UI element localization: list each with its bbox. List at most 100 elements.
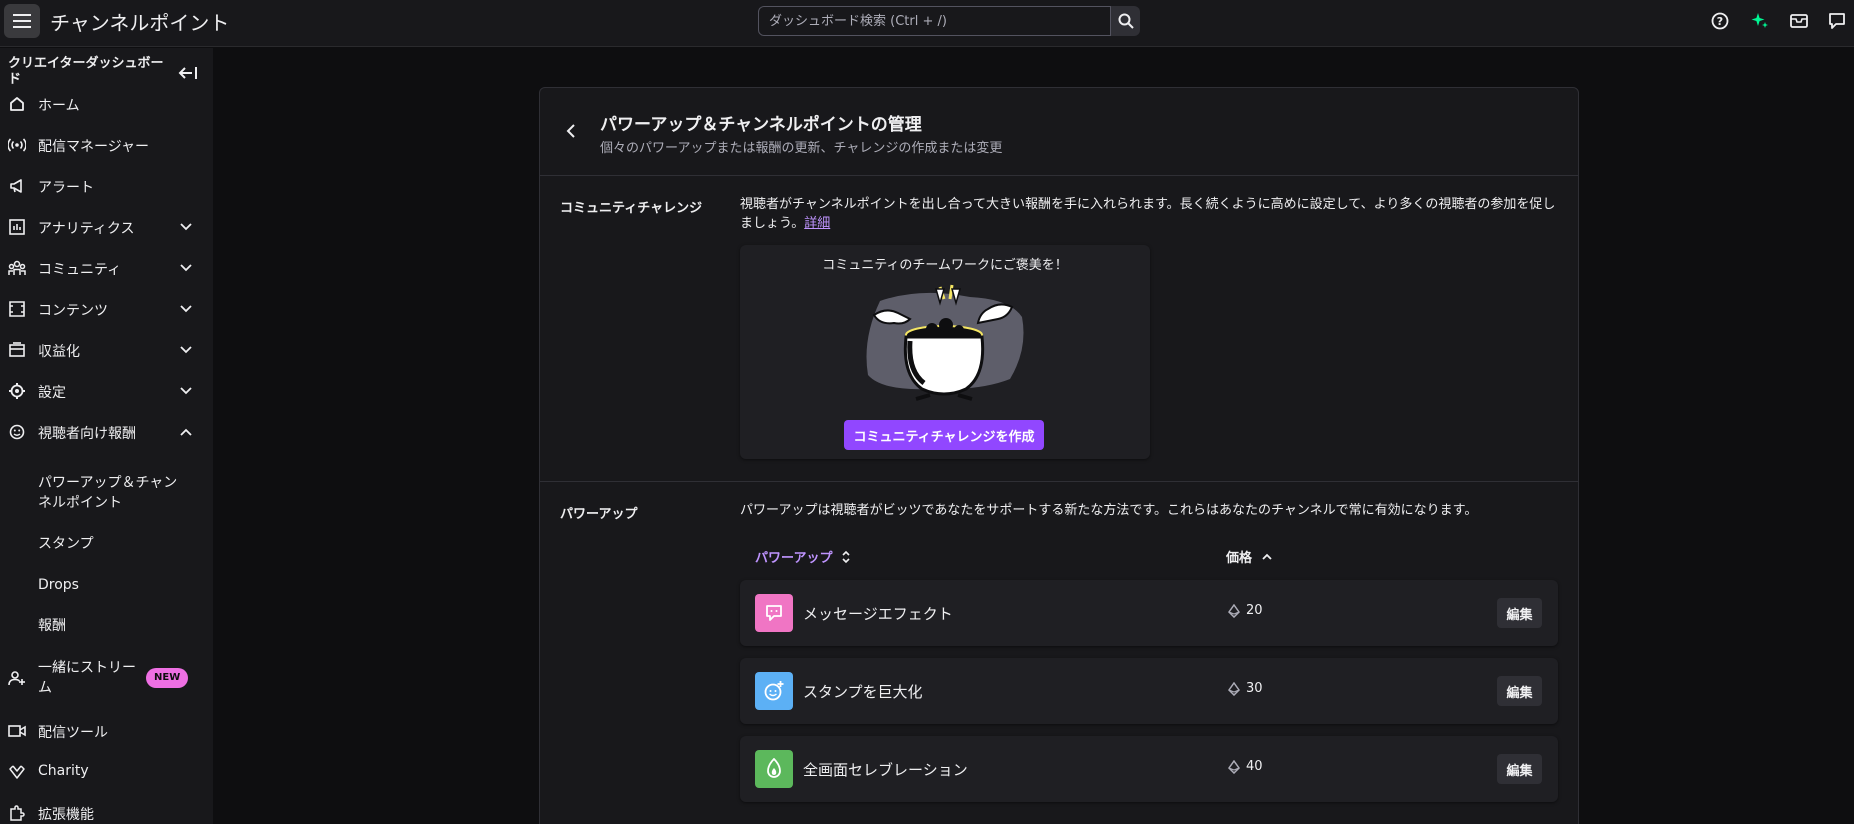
column-header-powerup[interactable]: パワーアップ <box>755 547 851 566</box>
chevron-down-icon <box>179 302 193 316</box>
charity-icon <box>8 763 26 781</box>
sidebar-item-stream-manager[interactable]: 配信マネージャー <box>0 125 213 165</box>
powerup-row-giant-emote: スタンプを巨大化 30 編集 <box>740 658 1558 724</box>
powerup-price: 30 <box>1228 681 1263 696</box>
sidebar-item-label: 配信ツール <box>38 725 108 741</box>
column-header-price[interactable]: 価格 <box>1226 547 1272 566</box>
giant-emote-icon <box>755 672 793 710</box>
chevron-up-icon <box>179 425 193 439</box>
dashboard-search <box>758 6 1140 36</box>
edit-button[interactable]: 編集 <box>1497 598 1542 628</box>
search-button[interactable] <box>1111 6 1140 36</box>
sidebar-item-label: アナリティクス <box>38 221 135 237</box>
chevron-down-icon <box>179 220 193 234</box>
broadcast-icon <box>8 136 26 154</box>
inbox-icon[interactable] <box>1788 10 1810 32</box>
sidebar-item-charity[interactable]: Charity <box>0 752 213 792</box>
camera-icon <box>8 722 26 740</box>
sidebar-item-label: コミュニティ <box>38 262 122 278</box>
home-icon <box>8 95 26 113</box>
sidebar-item-stream-together[interactable]: 一緒にストリーム NEW <box>0 658 213 698</box>
sidebar-item-alerts[interactable]: アラート <box>0 166 213 206</box>
settings-icon <box>8 382 26 400</box>
divider <box>540 175 1578 176</box>
stream-together-icon <box>8 669 26 687</box>
sidebar-item-label: 設定 <box>38 385 66 401</box>
sidebar-item-streaming-tools[interactable]: 配信ツール <box>0 711 213 751</box>
celebration-icon <box>755 750 793 788</box>
powerup-price: 40 <box>1228 759 1263 774</box>
bits-icon <box>1228 759 1240 774</box>
page-title: パワーアップ＆チャンネルポイントの管理 <box>600 115 922 135</box>
message-effect-icon <box>755 594 793 632</box>
powerup-row-celebration: 全画面セレブレーション 40 編集 <box>740 736 1558 802</box>
community-challenge-card: コミュニティのチームワークにご褒美を！ コミュニティチャレンジを作成 <box>740 245 1150 459</box>
create-community-challenge-button[interactable]: コミュニティチャレンジを作成 <box>844 420 1044 450</box>
sidebar-item-label: 拡張機能 <box>38 807 94 823</box>
sidebar-subitem-powerups-channel-points[interactable]: パワーアップ＆チャンネルポイント <box>38 473 188 513</box>
sort-ascending-icon <box>1262 553 1272 560</box>
sparkle-icon[interactable] <box>1749 10 1771 32</box>
cauldron-illustration <box>866 284 1024 401</box>
collapse-arrow-icon[interactable] <box>176 63 200 83</box>
challenge-card-title: コミュニティのチームワークにご褒美を！ <box>822 258 1068 273</box>
manage-panel: パワーアップ＆チャンネルポイントの管理 個々のパワーアップまたは報酬の更新、チャ… <box>539 87 1579 824</box>
sidebar-item-label: 収益化 <box>38 344 80 360</box>
app-title: チャンネルポイント <box>50 11 230 35</box>
powerup-row-message-effect: メッセージエフェクト 20 編集 <box>740 580 1558 646</box>
powerups-description: パワーアップは視聴者がビッツであなたをサポートする新たな方法です。これらはあなた… <box>740 503 1478 518</box>
sidebar: クリエイターダッシュボード ホーム 配信マネージャー アラート アナリティクス … <box>0 48 213 824</box>
sidebar-item-viewer-rewards[interactable]: 視聴者向け報酬 <box>0 412 213 452</box>
rewards-icon <box>8 423 26 441</box>
edit-button[interactable]: 編集 <box>1497 754 1542 784</box>
monetization-icon <box>8 341 26 359</box>
bits-icon <box>1228 681 1240 696</box>
sidebar-item-extensions[interactable]: 拡張機能 <box>0 793 213 824</box>
sidebar-item-community[interactable]: コミュニティ <box>0 248 213 288</box>
page-subtitle: 個々のパワーアップまたは報酬の更新、チャレンジの作成または変更 <box>600 141 1003 156</box>
analytics-icon <box>8 218 26 236</box>
chevron-down-icon <box>179 384 193 398</box>
bits-icon <box>1228 603 1240 618</box>
sidebar-subitem-emotes[interactable]: スタンプ <box>38 534 94 554</box>
hamburger-icon[interactable] <box>4 4 40 38</box>
sidebar-item-analytics[interactable]: アナリティクス <box>0 207 213 247</box>
svg-text:?: ? <box>1717 15 1723 28</box>
new-badge: NEW <box>146 668 189 688</box>
community-challenge-description: 視聴者がチャンネルポイントを出し合って大きい報酬を手に入れられます。長く続くよう… <box>740 197 1556 231</box>
sidebar-subitem-drops[interactable]: Drops <box>38 575 79 595</box>
powerups-label: パワーアップ <box>560 507 638 522</box>
powerup-name: 全画面セレブレーション <box>803 761 968 779</box>
content-icon <box>8 300 26 318</box>
community-challenge-label: コミュニティチャレンジ <box>560 201 703 216</box>
sidebar-item-monetization[interactable]: 収益化 <box>0 330 213 370</box>
divider <box>540 481 1578 482</box>
megaphone-icon <box>8 177 26 195</box>
sidebar-item-label: 配信マネージャー <box>38 139 150 155</box>
sidebar-subitem-rewards[interactable]: 報酬 <box>38 616 66 636</box>
back-arrow-icon[interactable] <box>560 120 582 142</box>
sidebar-item-home[interactable]: ホーム <box>0 84 213 124</box>
powerup-name: メッセージエフェクト <box>803 605 953 623</box>
search-input[interactable] <box>758 6 1111 36</box>
top-bar: チャンネルポイント ? <box>0 0 1854 47</box>
community-icon <box>8 259 26 277</box>
chevron-down-icon <box>179 343 193 357</box>
help-icon[interactable]: ? <box>1709 10 1731 32</box>
sidebar-item-label: 視聴者向け報酬 <box>38 426 136 442</box>
sidebar-item-content[interactable]: コンテンツ <box>0 289 213 329</box>
sidebar-item-settings[interactable]: 設定 <box>0 371 213 411</box>
search-icon <box>1118 13 1134 29</box>
sidebar-item-label: Charity <box>38 763 89 779</box>
whispers-icon[interactable] <box>1826 10 1848 32</box>
learn-more-link[interactable]: 詳細 <box>804 216 830 231</box>
sidebar-item-label: コンテンツ <box>38 303 108 319</box>
powerup-name: スタンプを巨大化 <box>803 683 923 701</box>
sidebar-item-label: ホーム <box>38 98 80 114</box>
sidebar-item-label: アラート <box>38 180 94 196</box>
sidebar-item-label: 一緒にストリーム <box>38 660 136 696</box>
extensions-icon <box>8 804 26 822</box>
powerup-price: 20 <box>1228 603 1263 618</box>
edit-button[interactable]: 編集 <box>1497 676 1542 706</box>
sort-icon <box>842 550 851 563</box>
